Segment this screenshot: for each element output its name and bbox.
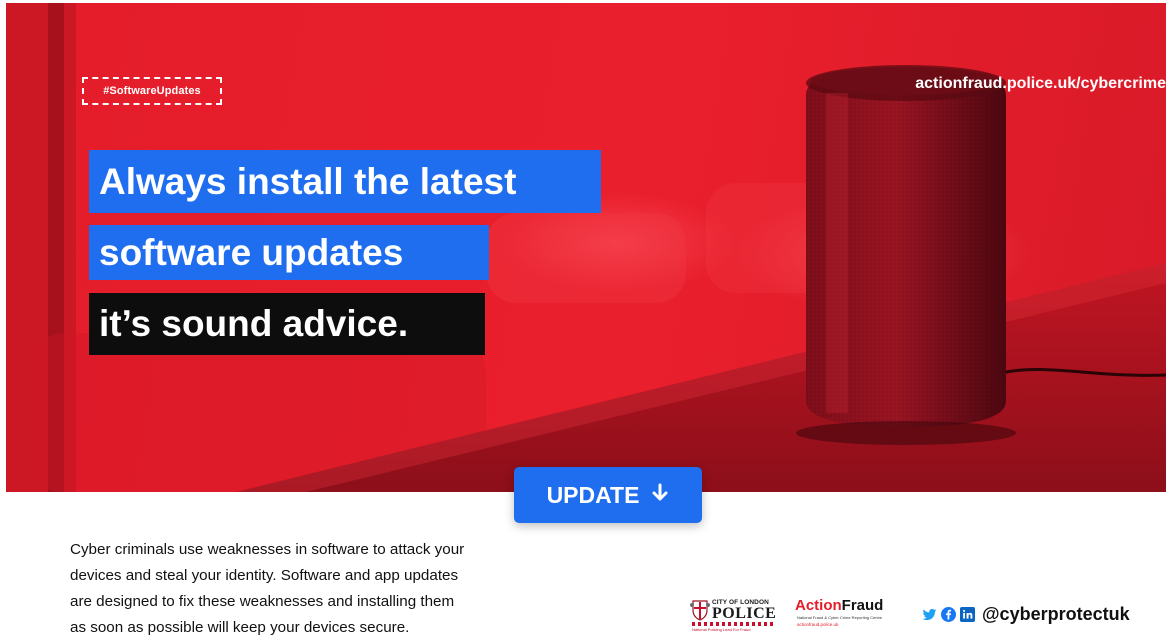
headline-line-2: software updates bbox=[89, 225, 489, 280]
body-copy-line: as soon as possible will keep your devic… bbox=[70, 619, 410, 636]
police-logo-tagline: National Policing Lead For Fraud bbox=[692, 627, 751, 632]
page: #SoftwareUpdates actionfraud.police.uk/c… bbox=[0, 0, 1168, 639]
checkerboard-band bbox=[692, 622, 776, 626]
action-fraud-logo: ActionFraud National Fraud & Cyber Crime… bbox=[795, 597, 905, 633]
action-fraud-action: Action bbox=[795, 597, 842, 614]
headline-line-1: Always install the latest bbox=[89, 150, 601, 213]
hero-banner: #SoftwareUpdates actionfraud.police.uk/c… bbox=[6, 3, 1166, 492]
facebook-icon[interactable] bbox=[941, 606, 956, 622]
website-url: actionfraud.police.uk/cybercrime bbox=[915, 75, 1166, 92]
action-fraud-fraud: Fraud bbox=[841, 597, 884, 614]
body-copy: Cyber criminals use weaknesses in softwa… bbox=[70, 537, 570, 639]
social-links: @cyberprotectuk bbox=[922, 602, 1130, 626]
update-button-label: UPDATE bbox=[546, 481, 640, 508]
action-fraud-wordmark: ActionFraud bbox=[795, 597, 883, 614]
twitter-icon[interactable] bbox=[922, 607, 937, 622]
body-copy-line: Cyber criminals use weaknesses in softwa… bbox=[70, 541, 465, 558]
social-handle[interactable]: @cyberprotectuk bbox=[982, 604, 1130, 625]
linkedin-icon[interactable] bbox=[960, 606, 975, 622]
action-fraud-subtitle: National Fraud & Cyber Crime Reporting C… bbox=[797, 615, 883, 620]
body-copy-line: devices and steal your identity. Softwar… bbox=[70, 567, 459, 584]
update-button[interactable]: UPDATE bbox=[514, 467, 702, 523]
police-logo-wordmark: POLICE bbox=[712, 605, 777, 622]
body-copy-line: are designed to fix these weaknesses and… bbox=[70, 593, 455, 610]
hashtag-label: #SoftwareUpdates bbox=[82, 77, 222, 105]
city-of-london-police-logo: CITY OF LONDON POLICE National Policing … bbox=[690, 598, 782, 634]
crest-icon bbox=[690, 600, 710, 621]
arrow-down-icon bbox=[651, 483, 669, 507]
action-fraud-url: actionfraud.police.uk bbox=[797, 622, 839, 627]
headline-line-3: it’s sound advice. bbox=[89, 293, 485, 355]
